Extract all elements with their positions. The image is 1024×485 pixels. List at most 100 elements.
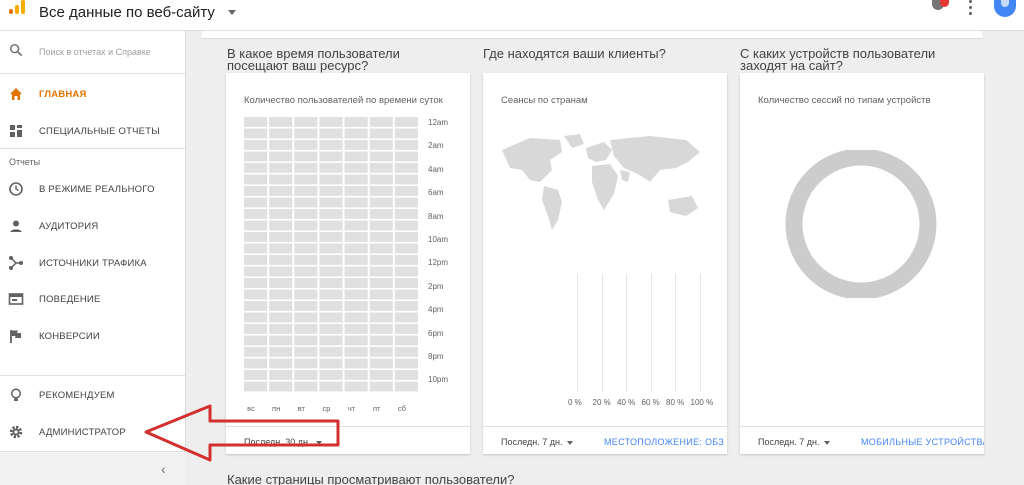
sidebar-item-home[interactable]: ГЛАВНАЯ [0,78,186,110]
account-avatar[interactable] [994,0,1016,17]
heatmap-cell [294,347,318,357]
heatmap-cell [294,335,318,346]
heatmap-cell [394,243,418,254]
heatmap-cell [269,255,293,265]
heatmap-cell [344,278,368,288]
heatmap-cell [369,117,393,127]
gear-icon [9,425,23,439]
heatmap-cell [269,151,293,162]
heatmap-cell [294,232,318,242]
sidebar-collapse-button[interactable]: ‹ [0,451,186,485]
day-label: сб [397,404,406,413]
percent-tick-label: 0 % [568,398,582,407]
sidebar-item-behavior[interactable]: ПОВЕДЕНИЕ [0,283,186,315]
heatmap-cell [244,197,268,208]
heatmap-cell [394,312,418,323]
heatmap-cell [344,220,368,231]
heatmap-cell [244,301,268,311]
heatmap-cell [244,324,268,334]
sidebar-item-conversions[interactable]: КОНВЕРСИИ [0,320,186,352]
more-vert-icon[interactable] [969,0,973,16]
hour-label: 8pm [428,352,444,361]
sidebar-item-realtime[interactable]: В РЕЖИМЕ РЕАЛЬНОГО [0,173,186,205]
heatmap-cell [344,255,368,265]
heatmap-cell [394,335,418,346]
heatmap-cell [394,220,418,231]
heatmap-cell [319,301,343,311]
heatmap-cell [269,335,293,346]
heatmap-cell [244,278,268,288]
heatmap-cell [344,209,368,219]
heatmap-cell [319,289,343,300]
chevron-down-icon[interactable] [228,10,236,15]
day-label: вт [297,404,305,413]
heatmap-cell [319,266,343,277]
heatmap-cell [269,358,293,369]
gridline [650,274,652,392]
sidebar-item-label: В РЕЖИМЕ РЕАЛЬНОГО [39,184,155,195]
heatmap-cell [344,128,368,139]
heatmap-cell [369,335,393,346]
heatmap-cell [269,140,293,150]
heatmap-cell [369,358,393,369]
sidebar-item-discover[interactable]: РЕКОМЕНДУЕМ [0,379,186,411]
heatmap-cell [369,197,393,208]
top-bar: Все данные по веб-сайту [0,0,1024,31]
search-placeholder: Поиск в отчетах и Справке [39,47,151,57]
sidebar-item-custom-reports[interactable]: СПЕЦИАЛЬНЫЕ ОТЧЕТЫ [0,115,186,147]
acquisition-icon [9,256,23,270]
heatmap-cell [344,335,368,346]
divider [0,73,186,74]
location-report-link[interactable]: МЕСТОПОЛОЖЕНИЕ: ОБЗОР [604,437,724,447]
sidebar-item-admin[interactable]: АДМИНИСТРАТОР [0,416,186,448]
mobile-report-link[interactable]: МОБИЛЬНЫЕ УСТРОЙСТВА [861,437,984,447]
heatmap-cell [319,186,343,196]
heatmap-cell [394,358,418,369]
heatmap-cell [244,117,268,127]
hour-label: 4pm [428,305,444,315]
heatmap-cell [394,232,418,242]
home-icon [10,88,22,100]
gridline [577,274,578,392]
heatmap-cell [294,117,318,127]
sidebar-item-label: ИСТОЧНИКИ ТРАФИКА [39,258,147,269]
analytics-logo[interactable] [9,0,25,14]
sidebar-item-audience[interactable]: АУДИТОРИЯ [0,210,186,242]
heatmap-cell [294,140,318,150]
heatmap-cell [319,278,343,288]
sidebar-item-label: КОНВЕРСИИ [39,331,100,342]
heatmap-cell [319,209,343,219]
date-range-selector[interactable]: Последн. 7 дн. [758,437,831,447]
heatmap-cell [269,232,293,242]
heatmap-cell [244,220,268,231]
search-input[interactable]: Поиск в отчетах и Справке [0,31,186,73]
heatmap-cell [244,174,268,185]
heatmap-cell [294,186,318,196]
divider [0,375,186,376]
sidebar-item-label: ГЛАВНАЯ [39,89,87,100]
heatmap-cell [394,347,418,357]
hour-label: 2am [428,141,444,151]
heatmap-cell [369,255,393,265]
heatmap-cell [394,301,418,311]
heatmap-cell [319,312,343,323]
hour-label: 10am [428,235,449,244]
date-range-selector[interactable]: Последн. 7 дн. [501,437,574,447]
heatmap-cell [294,174,318,185]
heatmap-cell [294,163,318,173]
heatmap-cell [319,197,343,208]
lightbulb-icon [11,388,21,401]
heatmap-cell [294,255,318,265]
heatmap-cell [344,312,368,323]
heatmap-cell [394,324,418,334]
percent-tick-label: 60 % [641,398,660,407]
chevron-down-icon [824,440,831,445]
percent-tick-label: 80 % [666,398,685,407]
dashboard-icon [10,125,22,137]
heatmap-cell [244,266,268,277]
account-selector[interactable]: Все данные по веб-сайту [39,4,215,21]
heatmap-cell [319,128,343,139]
date-range-selector[interactable]: Последн. 30 дн. [244,437,322,447]
sidebar-item-acquisition[interactable]: ИСТОЧНИКИ ТРАФИКА [0,247,186,279]
heatmap-cell [269,220,293,231]
